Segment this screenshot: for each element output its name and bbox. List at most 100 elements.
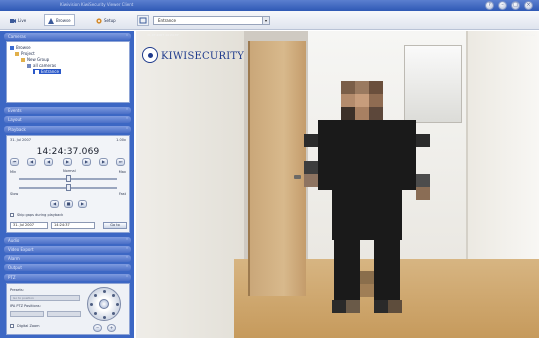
section-video-export-label: Video Export	[8, 247, 34, 252]
section-ptz-header[interactable]: PTZ ˄	[4, 274, 131, 281]
video-timestamp: 31.07.2007 14:24:37	[147, 33, 179, 37]
chevron-down-icon: ˅	[126, 256, 128, 261]
ptz-position-field-2[interactable]	[47, 311, 81, 317]
camera-icon	[27, 64, 31, 68]
prev-frame-button[interactable]: ◀	[50, 200, 59, 208]
section-output-label: Output	[8, 265, 22, 270]
playback-date: 31. Jul 2007	[10, 138, 31, 142]
browse-button[interactable]: Browse	[44, 14, 75, 26]
tree-label-browse: Browse	[16, 45, 31, 50]
app-window: Kiwivision KiwiSecurity Viewer Client ? …	[0, 0, 539, 338]
tree-item-new-group[interactable]: New Group	[21, 57, 49, 62]
setup-button[interactable]: Setup	[92, 14, 120, 26]
close-icon[interactable]: ×	[524, 1, 533, 10]
zoom-out-button[interactable]: −	[93, 324, 102, 332]
chevron-down-icon[interactable]: ▾	[262, 17, 269, 24]
ptz-left-icon[interactable]	[90, 303, 93, 306]
camera-icon	[35, 70, 39, 74]
playback-time: 14:24:37.069	[36, 147, 100, 157]
chevron-down-icon: ˅	[126, 238, 128, 243]
scene-far-room	[404, 45, 462, 123]
tree-label-project: Project	[21, 51, 35, 56]
left-panel: Cameras ˄ Browse Project New Group all c…	[0, 31, 134, 338]
logo-text: KIWISECURITY	[161, 51, 245, 62]
slider-max-label: Max	[118, 170, 126, 174]
ptz-up-left-icon[interactable]	[94, 294, 97, 297]
goto-time-field[interactable]: 14:24:37	[51, 222, 95, 229]
maximize-icon[interactable]: □	[511, 1, 520, 10]
chevron-down-icon: ˅	[126, 108, 128, 113]
slider-min-label: Min	[10, 170, 17, 174]
skip-end-button[interactable]: ⏭	[116, 158, 125, 166]
tree-label-entrance: Entrance	[41, 69, 59, 74]
section-video-export-header[interactable]: Video Export ˅	[4, 246, 131, 253]
pause-button[interactable]: ■	[64, 200, 73, 208]
browse-icon	[48, 18, 54, 24]
playback-panel: 31. Jul 2007 1.00x 14:24:37.069 ⏮ ◀ ◀ ▶ …	[6, 135, 130, 233]
tree-label-new-group: New Group	[27, 57, 50, 62]
step-forward-button[interactable]: ▶	[99, 158, 108, 166]
chevron-up-icon: ˄	[126, 34, 128, 39]
tree-item-browse[interactable]: Browse	[10, 45, 31, 50]
section-playback-label: Playback	[8, 127, 26, 132]
camera-icon	[10, 19, 16, 23]
section-events-header[interactable]: Events ˅	[4, 107, 131, 114]
gear-icon	[96, 18, 102, 24]
camera-tree: Browse Project New Group all cameras Ent…	[6, 41, 130, 103]
live-button[interactable]: Live	[6, 14, 30, 26]
ptz-down-right-icon[interactable]	[112, 312, 115, 315]
camera-select-value: Entrance	[158, 18, 176, 23]
section-playback-header[interactable]: Playback ˄	[4, 126, 131, 133]
video-view[interactable]: KIWISECURITY	[136, 31, 539, 338]
minimize-icon[interactable]: –	[498, 1, 507, 10]
ptz-panel: Presets: Go to position IPA PTZ Position…	[6, 283, 130, 335]
play-button[interactable]: ▶	[63, 158, 72, 166]
skip-gaps-checkbox[interactable]	[10, 213, 14, 217]
ptz-up-right-icon[interactable]	[112, 294, 115, 297]
ptz-position-field-1[interactable]	[10, 311, 44, 317]
chevron-down-icon: ˅	[126, 117, 128, 122]
ptz-up-icon[interactable]	[103, 290, 106, 293]
step-back-button[interactable]: ◀	[27, 158, 36, 166]
ptz-down-icon[interactable]	[103, 316, 106, 319]
section-events-label: Events	[8, 108, 22, 113]
browse-label: Browse	[56, 18, 71, 23]
zoom-in-button[interactable]: +	[107, 324, 116, 332]
help-icon[interactable]: ?	[485, 1, 494, 10]
position-slider-thumb[interactable]	[66, 175, 71, 182]
section-cameras-header[interactable]: Cameras ˄	[4, 33, 131, 40]
next-frame-button[interactable]: ▶	[78, 200, 87, 208]
chevron-down-icon: ˅	[126, 265, 128, 270]
rewind-button[interactable]: ◀	[44, 158, 53, 166]
goto-button[interactable]: Go to	[103, 222, 127, 229]
speed-slider-thumb[interactable]	[66, 184, 71, 191]
ptz-right-icon[interactable]	[116, 303, 119, 306]
camera-select[interactable]: Entrance ▾	[153, 16, 270, 25]
speed-high-label: Fast	[118, 192, 126, 196]
fast-forward-button[interactable]: ▶	[82, 158, 91, 166]
door-handle	[294, 175, 301, 179]
slider-mid-label: Normal	[63, 169, 76, 173]
main-toolbar: Live Browse Setup Entrance ▾	[0, 11, 539, 30]
ptz-joystick[interactable]	[87, 287, 121, 321]
view-layout-button[interactable]	[137, 15, 149, 26]
section-layout-header[interactable]: Layout ˅	[4, 116, 131, 123]
globe-icon	[10, 46, 14, 50]
tree-item-project[interactable]: Project	[15, 51, 35, 56]
section-audio-header[interactable]: Audio ˅	[4, 237, 131, 244]
tree-item-all-cameras[interactable]: all cameras	[27, 63, 56, 68]
section-alarm-label: Alarm	[8, 256, 20, 261]
folder-icon	[21, 58, 25, 62]
ptz-center-icon[interactable]	[99, 299, 109, 309]
section-cameras-label: Cameras	[8, 34, 26, 39]
kiwisecurity-logo: KIWISECURITY	[139, 46, 249, 64]
skip-start-button[interactable]: ⏮	[10, 158, 19, 166]
section-alarm-header[interactable]: Alarm ˅	[4, 255, 131, 262]
digital-zoom-checkbox[interactable]	[10, 324, 14, 328]
ptz-preset-select[interactable]: Go to position	[10, 295, 80, 301]
scene-door	[248, 41, 306, 296]
section-output-header[interactable]: Output ˅	[4, 264, 131, 271]
goto-date-field[interactable]: 31. Jul 2007	[10, 222, 48, 229]
tree-item-entrance[interactable]: Entrance	[33, 69, 61, 74]
ptz-down-left-icon[interactable]	[94, 312, 97, 315]
